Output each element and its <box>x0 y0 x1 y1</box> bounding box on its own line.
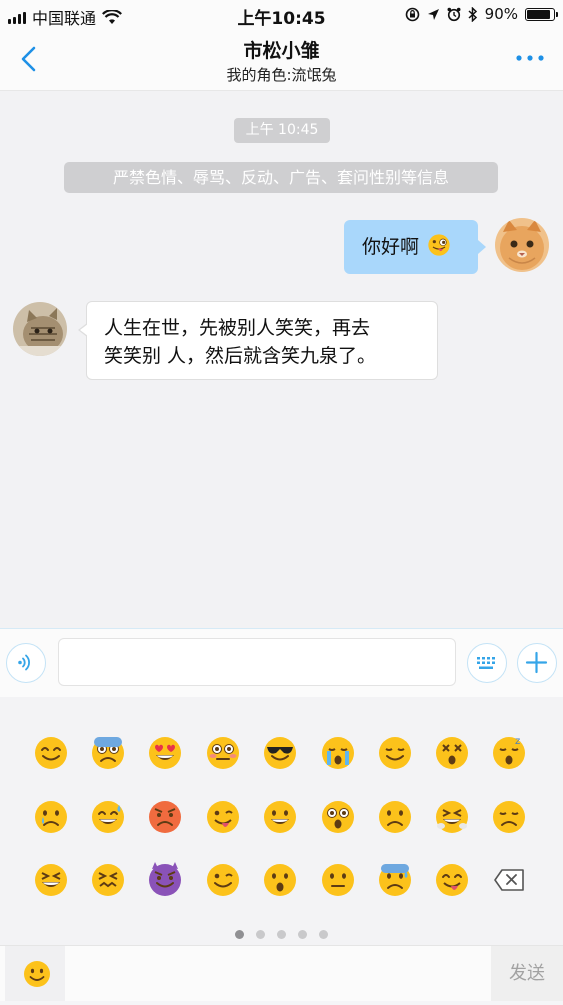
svg-text:z: z <box>515 736 520 747</box>
keyboard-icon <box>477 657 495 669</box>
grinning-face-emoji[interactable] <box>262 799 298 835</box>
cold-sweat-face-emoji[interactable] <box>377 862 413 898</box>
system-notice: 严禁色情、辱骂、反动、广告、套问性别等信息 <box>64 162 498 193</box>
nav-bar: 市松小雏 我的角色:流氓兔 <box>0 30 563 91</box>
sunglasses-face-emoji[interactable] <box>262 735 298 771</box>
cat-avatar-image <box>495 218 549 272</box>
input-bar <box>0 628 563 698</box>
tired-face-emoji[interactable] <box>33 862 69 898</box>
astonished-face-emoji[interactable] <box>320 799 356 835</box>
voice-icon <box>18 654 30 671</box>
yum-face-emoji[interactable] <box>434 862 470 898</box>
fearful-face-emoji[interactable] <box>90 735 126 771</box>
crying-face-emoji[interactable] <box>33 799 69 835</box>
smiling-face-emoji[interactable] <box>33 735 69 771</box>
smiling-devil-emoji[interactable] <box>147 862 183 898</box>
bottom-bar: 发送 <box>0 945 563 1001</box>
partner-avatar[interactable] <box>13 302 67 356</box>
outgoing-message-text: 你好啊 <box>362 236 420 258</box>
status-right: 90% <box>405 5 558 23</box>
rotation-lock-icon <box>405 7 419 21</box>
voice-button[interactable] <box>6 643 46 683</box>
plus-icon <box>525 651 548 674</box>
hushed-face-emoji[interactable] <box>262 862 298 898</box>
chat-role-subtitle: 我的角色:流氓兔 <box>226 66 337 84</box>
status-bar: 中国联通 上午10:45 90% <box>0 0 563 30</box>
plus-button[interactable] <box>517 643 557 683</box>
winking-face-emoji[interactable] <box>205 862 241 898</box>
send-button[interactable]: 发送 <box>491 946 563 1001</box>
confused-face-emoji[interactable] <box>320 862 356 898</box>
sweat-smile-face-emoji[interactable] <box>90 799 126 835</box>
more-icon[interactable] <box>513 44 547 72</box>
flushed-face-emoji[interactable] <box>205 735 241 771</box>
page-dot[interactable] <box>298 930 307 939</box>
relieved-face-emoji[interactable] <box>377 735 413 771</box>
chat-title: 市松小雏 <box>243 40 320 62</box>
incoming-message-line-1: 人生在世，先被别人笑笑，再去 <box>104 317 371 339</box>
winking-tongue-face-emoji[interactable] <box>205 799 241 835</box>
location-icon <box>427 8 439 20</box>
worried-face-emoji[interactable] <box>377 799 413 835</box>
emoji-tab-button[interactable] <box>5 946 65 1001</box>
loudly-crying-face-emoji[interactable] <box>320 735 356 771</box>
battery-fill <box>527 9 551 19</box>
chat-area[interactable]: 上午 10:45 严禁色情、辱骂、反动、广告、套问性别等信息 你好啊 人生在世，… <box>0 91 563 628</box>
tabby-cat-avatar-image <box>13 302 67 356</box>
dizzy-face-emoji[interactable] <box>434 735 470 771</box>
backspace-key[interactable] <box>491 862 527 898</box>
angry-face-emoji[interactable] <box>147 799 183 835</box>
emoji-panel: z <box>0 697 563 945</box>
triumph-face-emoji[interactable] <box>434 799 470 835</box>
confounded-face-emoji[interactable] <box>90 862 126 898</box>
page-dot[interactable] <box>235 930 244 939</box>
sleeping-face-emoji[interactable]: z <box>491 735 527 771</box>
page-dot[interactable] <box>256 930 265 939</box>
incoming-message-bubble[interactable]: 人生在世，先被别人笑笑，再去 笑笑别 人，然后就含笑九泉了。 <box>78 301 438 380</box>
outgoing-message-bubble[interactable]: 你好啊 <box>344 220 486 274</box>
disappointed-face-emoji[interactable] <box>491 799 527 835</box>
page-dot[interactable] <box>319 930 328 939</box>
smiley-icon <box>24 961 50 987</box>
battery-percent: 90% <box>484 5 518 23</box>
alarm-icon <box>447 7 461 21</box>
my-avatar[interactable] <box>495 218 549 272</box>
keyboard-toggle-button[interactable] <box>467 643 507 683</box>
incoming-message-line-2: 笑笑别 人，然后就含笑九泉了。 <box>104 345 377 367</box>
bluetooth-icon <box>468 6 477 22</box>
page-dot[interactable] <box>277 930 286 939</box>
heart-eyes-emoji[interactable] <box>147 735 183 771</box>
winking-tongue-emoji <box>428 234 450 256</box>
emoji-page-indicator[interactable] <box>0 930 563 939</box>
battery-icon <box>525 7 558 21</box>
message-input[interactable] <box>58 638 456 686</box>
message-timestamp: 上午 10:45 <box>234 118 330 143</box>
